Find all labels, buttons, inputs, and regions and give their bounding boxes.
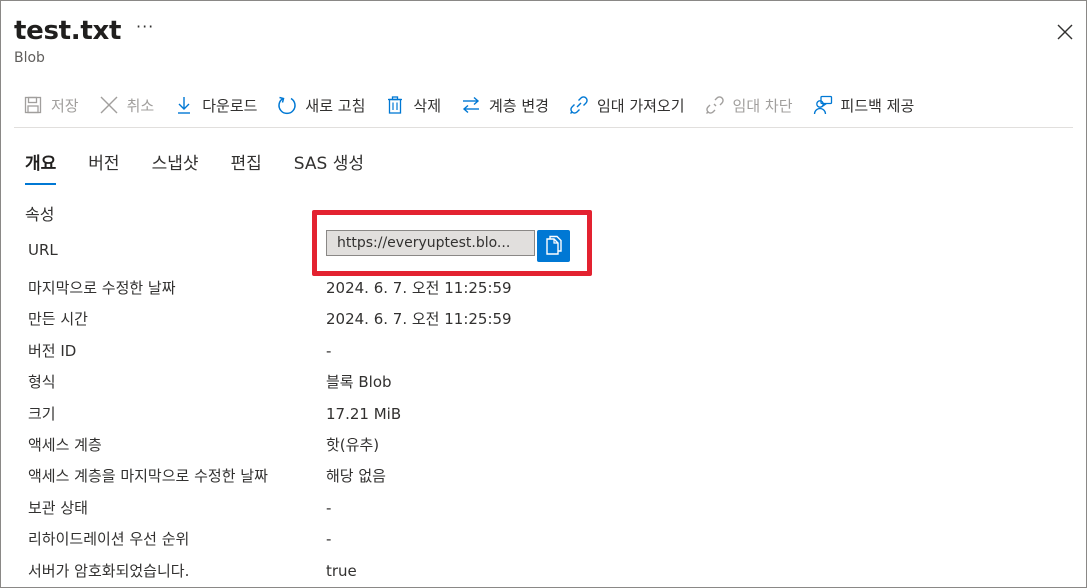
property-label: 서버가 암호화되었습니다. <box>28 561 190 580</box>
save-button[interactable]: 저장 <box>23 89 79 121</box>
download-button[interactable]: 다운로드 <box>174 89 257 121</box>
property-value: 2024. 6. 7. 오전 11:25:59 <box>326 279 512 297</box>
delete-label: 삭제 <box>413 96 441 115</box>
more-options-button[interactable]: ··· <box>136 17 154 36</box>
property-label: 크기 <box>28 404 56 423</box>
property-value: - <box>326 498 332 517</box>
swap-arrows-icon <box>462 96 480 114</box>
property-row: 마지막으로 수정한 날짜 2024. 6. 7. 오전 11:25:59 <box>28 273 728 304</box>
property-label: 마지막으로 수정한 날짜 <box>28 279 176 297</box>
property-value: - <box>326 530 332 549</box>
broken-link-icon <box>705 96 724 114</box>
feedback-person-icon <box>813 95 832 115</box>
acquire-lease-button[interactable]: 임대 가져오기 <box>569 89 685 121</box>
property-label: 만든 시간 <box>28 310 88 329</box>
property-value: 해당 없음 <box>326 467 386 486</box>
toolbar-divider <box>14 127 1073 128</box>
copy-icon <box>545 235 562 255</box>
blob-properties-panel: test.txt ··· Blob 저장 취소 다운로드 새로 고침 삭제 계층… <box>0 0 1087 588</box>
property-value: true <box>326 561 357 580</box>
delete-button[interactable]: 삭제 <box>385 89 441 121</box>
property-row: 크기 17.21 MiB <box>28 399 728 430</box>
download-label: 다운로드 <box>202 96 258 115</box>
page-title: test.txt <box>14 16 122 46</box>
page-subtitle: Blob <box>14 50 45 66</box>
url-row: URL https://everyuptest.blo... <box>28 230 728 273</box>
property-row: 액세스 계층을 마지막으로 수정한 날짜 해당 없음 <box>28 461 728 492</box>
property-label: 리하이드레이션 우선 순위 <box>28 530 190 549</box>
cancel-x-icon <box>100 96 118 114</box>
refresh-icon <box>278 96 297 115</box>
tab-snapshots[interactable]: 스냅샷 <box>152 149 199 182</box>
acquire-lease-label: 임대 가져오기 <box>596 96 685 115</box>
properties-list: URL https://everyuptest.blo... 마지막으로 수정한… <box>28 230 728 587</box>
property-label: 버전 ID <box>28 341 77 360</box>
change-tier-button[interactable]: 계층 변경 <box>461 89 549 121</box>
close-icon <box>1057 24 1073 40</box>
tab-edit[interactable]: 편집 <box>230 149 261 182</box>
url-field[interactable]: https://everyuptest.blo... <box>326 230 535 256</box>
close-button[interactable] <box>1054 21 1076 43</box>
property-row: 형식 블록 Blob <box>28 367 728 398</box>
refresh-label: 새로 고침 <box>305 96 366 115</box>
command-bar: 저장 취소 다운로드 새로 고침 삭제 계층 변경 임대 가져오기 임대 차단 … <box>1 85 1086 125</box>
refresh-button[interactable]: 새로 고침 <box>277 89 365 121</box>
property-row: 보관 상태 - <box>28 493 728 524</box>
property-value: 블록 Blob <box>326 373 392 392</box>
cancel-label: 취소 <box>126 96 155 115</box>
property-value: 2024. 6. 7. 오전 11:25:59 <box>326 310 512 329</box>
property-row: 버전 ID - <box>28 336 728 367</box>
feedback-label: 피드백 제공 <box>840 96 915 115</box>
change-tier-label: 계층 변경 <box>489 96 549 115</box>
section-title-properties: 속성 <box>25 205 55 224</box>
save-label: 저장 <box>51 96 79 115</box>
property-value: 17.21 MiB <box>326 404 402 423</box>
copy-url-button[interactable] <box>537 230 570 262</box>
property-row: 만든 시간 2024. 6. 7. 오전 11:25:59 <box>28 304 728 335</box>
url-label: URL <box>28 241 58 259</box>
break-lease-label: 임대 차단 <box>732 96 793 115</box>
tab-overview[interactable]: 개요 <box>25 149 57 185</box>
save-icon <box>24 96 42 114</box>
property-label: 액세스 계층 <box>28 435 102 454</box>
property-label: 보관 상태 <box>28 498 88 517</box>
break-lease-button[interactable]: 임대 차단 <box>705 89 793 121</box>
property-value: 핫(유추) <box>326 435 380 454</box>
property-row: 서버가 암호화되었습니다. true <box>28 556 728 587</box>
tab-generate-sas[interactable]: SAS 생성 <box>294 149 364 182</box>
property-label: 액세스 계층을 마지막으로 수정한 날짜 <box>28 467 268 486</box>
feedback-button[interactable]: 피드백 제공 <box>813 89 915 121</box>
property-label: 형식 <box>28 373 56 392</box>
property-value: - <box>326 341 332 360</box>
tab-bar: 개요 버전 스냅샷 편집 SAS 생성 <box>25 149 396 185</box>
panel-header: test.txt ··· Blob <box>14 13 153 73</box>
trash-icon <box>388 96 403 114</box>
property-row: 리하이드레이션 우선 순위 - <box>28 524 728 555</box>
tab-versions[interactable]: 버전 <box>88 149 119 182</box>
download-arrow-icon <box>178 97 191 114</box>
link-icon <box>569 96 588 114</box>
property-row: 액세스 계층 핫(유추) <box>28 430 728 461</box>
cancel-button[interactable]: 취소 <box>99 89 155 121</box>
